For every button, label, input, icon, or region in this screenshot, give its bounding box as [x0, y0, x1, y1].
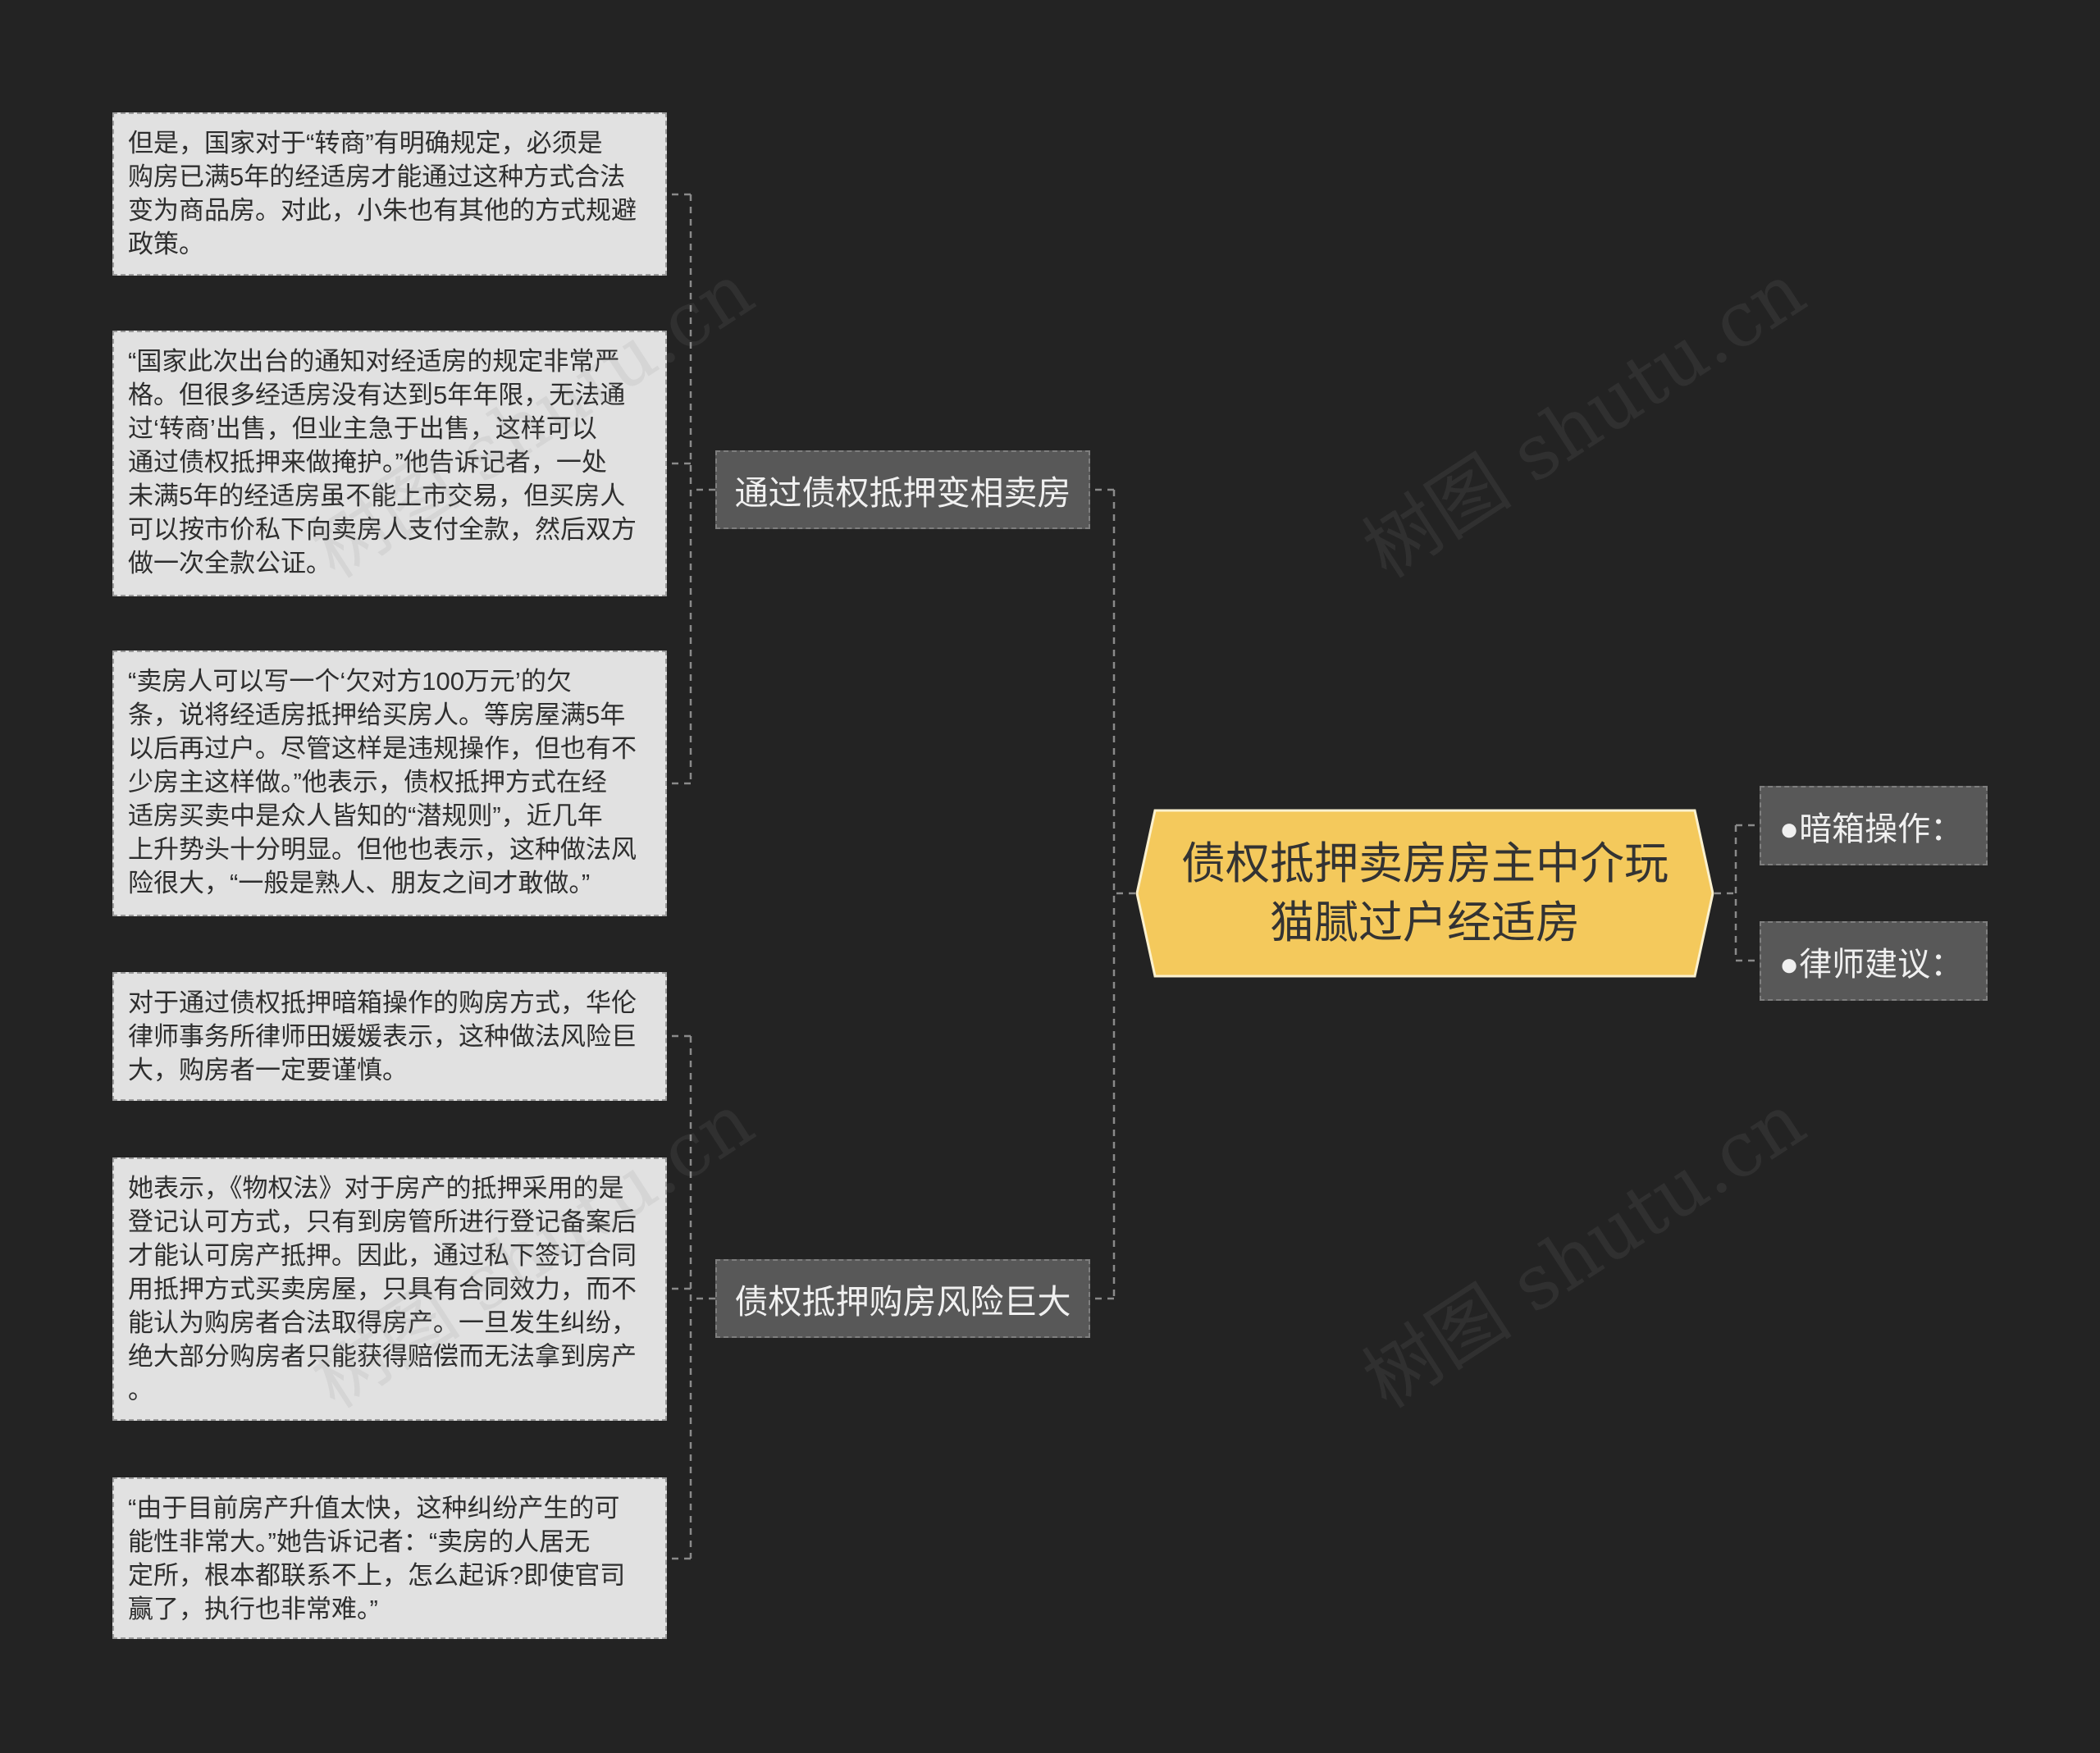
leaf-text-line: 登记认可方式，只有到房管所进行登记备案后 [128, 1207, 637, 1236]
leaf-text-line: 绝大部分购房者只能获得赔偿而无法拿到房产 [128, 1342, 637, 1371]
leaf-text-line: 购房已满5年的经适房才能通过这种方式合法 [128, 162, 626, 191]
leaf-text-line: “国家此次出台的通知对经适房的规定非常严 [128, 347, 620, 376]
leaf-node-3[interactable]: “卖房人可以写一个‘欠对方100万元’的欠 条，说将经适房抵押给买房人。等房屋满… [112, 651, 667, 916]
leaf-text-line: 变为商品房。对此，小朱也有其他的方式规避 [128, 196, 637, 225]
leaf-text-line: 做一次全款公证。 [128, 549, 331, 577]
root-topic-text: 债权抵押卖房房主中介玩 猫腻过户经适房 [1135, 809, 1714, 978]
leaf-text-line: 适房买卖中是众人皆知的“潜规则”，近几年 [128, 801, 603, 830]
root-topic-node[interactable]: 债权抵押卖房房主中介玩 猫腻过户经适房 [1135, 809, 1714, 978]
leaf-text-line: 可以按市价私下向卖房人支付全款，然后双方 [128, 515, 637, 544]
mind-map-canvas: 债权抵押卖房房主中介玩 猫腻过户经适房 通过债权抵押变相卖房 债权抵押购房风险巨… [0, 0, 2100, 1753]
leaf-text-line: 险很大，“一般是熟人、朋友之间才敢做。” [128, 869, 591, 897]
leaf-text-line: “由于目前房产升值太快，这种纠纷产生的可 [128, 1494, 620, 1522]
leaf-node-6[interactable]: “由于目前房产升值太快，这种纠纷产生的可 能性非常大。”她告诉记者：“卖房的人居… [112, 1477, 667, 1639]
leaf-text-line: 她表示，《物权法》对于房产的抵押采用的是 [128, 1174, 624, 1203]
root-topic-line: 债权抵押卖房房主中介玩 [1181, 839, 1669, 888]
leaf-text-line: 但是，国家对于“转商”有明确规定，必须是 [128, 129, 603, 157]
leaf-text-line: 以后再过户。尽管这样是违规操作，但也有不 [128, 734, 637, 763]
branch-node-label: 通过债权抵押变相卖房 [734, 474, 1071, 512]
root-topic-line: 猫腻过户经适房 [1270, 898, 1580, 947]
leaf-text-line: 对于通过债权抵押暗箱操作的购房方式，华伦 [128, 988, 637, 1017]
leaf-text-line: “卖房人可以写一个‘欠对方100万元’的欠 [128, 667, 572, 696]
leaf-text-line: 。 [128, 1376, 153, 1404]
leaf-text-line: 定所，根本都联系不上，怎么起诉?即使官司 [128, 1561, 626, 1590]
leaf-text-line: 通过债权抵押来做掩护。”他告诉记者，一处 [128, 448, 607, 477]
leaf-node-2[interactable]: “国家此次出台的通知对经适房的规定非常严 格。但很多经适房没有达到5年年限，无法… [112, 331, 667, 596]
leaf-text-line: 大，购房者一定要谨慎。 [128, 1056, 408, 1084]
leaf-text-line: 用抵押方式买卖房屋，只具有合同效力，而不 [128, 1275, 637, 1303]
leaf-node-4[interactable]: 对于通过债权抵押暗箱操作的购房方式，华伦 律师事务所律师田媛媛表示，这种做法风险… [112, 972, 667, 1101]
leaf-text-line: 少房主这样做。”他表示，债权抵押方式在经 [128, 768, 607, 797]
right-node-label: ●暗箱操作： [1779, 810, 1964, 847]
leaf-node-1[interactable]: 但是，国家对于“转商”有明确规定，必须是 购房已满5年的经适房才能通过这种方式合… [112, 112, 667, 276]
leaf-text-line: 能性非常大。”她告诉记者：“卖房的人居无 [128, 1527, 591, 1556]
leaf-text-line: 政策。 [128, 230, 204, 258]
leaf-text-line: 赢了，执行也非常难。” [128, 1595, 378, 1623]
leaf-text-line: 格。但很多经适房没有达到5年年限，无法通 [128, 381, 626, 409]
leaf-text-line: 上升势头十分明显。但他也表示，这种做法风 [128, 835, 637, 864]
leaf-text-line: 过‘转商’出售，但业主急于出售，这样可以 [128, 414, 597, 443]
right-node-lawyer-advice[interactable]: ●律师建议： [1760, 921, 1988, 1001]
branch-node-debt-mortgage-sale[interactable]: 通过债权抵押变相卖房 [715, 450, 1090, 529]
leaf-text-line: 条，说将经适房抵押给买房人。等房屋满5年 [128, 701, 626, 729]
right-node-secret-operation[interactable]: ●暗箱操作： [1760, 786, 1988, 865]
leaf-text-line: 未满5年的经适房虽不能上市交易，但买房人 [128, 482, 626, 510]
branch-node-mortgage-purchase-risk[interactable]: 债权抵押购房风险巨大 [715, 1259, 1090, 1338]
branch-node-label: 债权抵押购房风险巨大 [734, 1283, 1071, 1321]
leaf-text-line: 才能认可房产抵押。因此，通过私下签订合同 [128, 1241, 637, 1270]
leaf-text-line: 能认为购房者合法取得房产。一旦发生纠纷， [128, 1308, 637, 1337]
leaf-text-line: 律师事务所律师田媛媛表示，这种做法风险巨 [128, 1022, 637, 1051]
right-node-label: ●律师建议： [1779, 946, 1964, 983]
leaf-node-5[interactable]: 她表示，《物权法》对于房产的抵押采用的是 登记认可方式，只有到房管所进行登记备案… [112, 1157, 667, 1421]
